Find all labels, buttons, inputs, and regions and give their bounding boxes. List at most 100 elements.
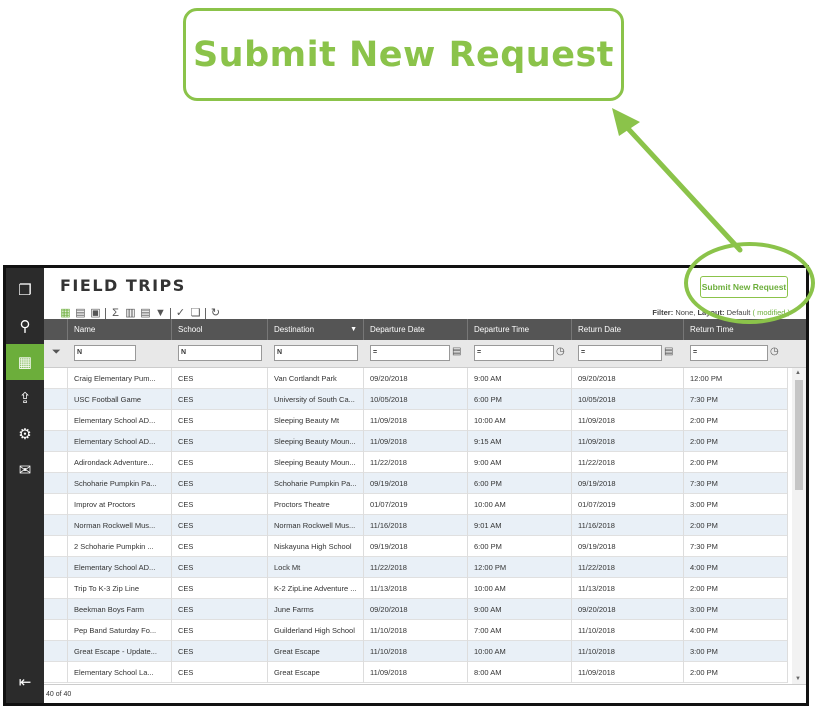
cell-return-date: 01/07/2019 [572, 494, 684, 515]
row-selector[interactable] [44, 452, 68, 473]
cell-return-time: 2:00 PM [684, 410, 788, 431]
logout-icon[interactable]: ⇤ [6, 664, 44, 700]
column-header-name[interactable]: Name [68, 319, 172, 340]
table-row[interactable]: Adirondack Adventure... CES Sleeping Beaut… [44, 452, 788, 473]
columns-icon[interactable]: ▥ [125, 307, 136, 319]
column-header-school[interactable]: School [172, 319, 268, 340]
table-row[interactable]: Pep Band Saturday Fo... CES Guilderland Hi… [44, 620, 788, 641]
table-row[interactable]: Trip To K-3 Zip Line CES K-2 ZipLine Adven… [44, 578, 788, 599]
table-row[interactable]: Beekman Boys Farm CES June Farms 09/20/2018… [44, 599, 788, 620]
table-row[interactable]: 2 Schoharie Pumpkin ... CES Niskayuna High… [44, 536, 788, 557]
cell-destination: Sleeping Beauty Moun... [268, 452, 364, 473]
cell-return-time: 12:00 PM [684, 368, 788, 389]
sum-icon[interactable]: Σ [110, 307, 121, 319]
approve-icon[interactable]: ✓ [175, 307, 186, 319]
table-row[interactable]: Improv at Proctors CES Proctors Theatre 01/… [44, 494, 788, 515]
row-selector[interactable] [44, 599, 68, 620]
cell-name: Great Escape - Update... [68, 641, 172, 662]
cell-destination: Van Cortlandt Park [268, 368, 364, 389]
table-row[interactable]: USC Football Game CES University of South … [44, 389, 788, 410]
upload-icon[interactable]: ⇪ [6, 380, 44, 416]
cell-return-date: 09/19/2018 [572, 536, 684, 557]
school-filter-input[interactable]: N [178, 345, 262, 361]
settings-icon[interactable]: ⚙ [6, 416, 44, 452]
scroll-down-icon[interactable]: ▼ [795, 676, 801, 682]
row-selector[interactable] [44, 473, 68, 494]
calendar-picker-icon[interactable]: ▤ [664, 346, 673, 357]
chat-icon[interactable]: ✉ [6, 452, 44, 488]
destination-filter-input[interactable]: N [274, 345, 358, 361]
row-selector[interactable] [44, 662, 68, 683]
cell-departure-date: 01/07/2019 [364, 494, 468, 515]
cell-school: CES [172, 515, 268, 536]
column-header-destination[interactable]: Destination ▼ [268, 319, 364, 340]
cell-departure-date: 11/16/2018 [364, 515, 468, 536]
cell-school: CES [172, 494, 268, 515]
cell-departure-date: 10/05/2018 [364, 389, 468, 410]
app-logo-icon[interactable]: ❐ [6, 272, 44, 308]
row-selector[interactable] [44, 536, 68, 557]
callout-label: Submit New Request [192, 34, 615, 75]
header-selector [44, 319, 68, 340]
search-icon[interactable]: ⚲ [6, 308, 44, 344]
cell-return-date: 11/16/2018 [572, 515, 684, 536]
column-header-departure-time[interactable]: Departure Time [468, 319, 572, 340]
row-selector[interactable] [44, 494, 68, 515]
table-row[interactable]: Elementary School AD... CES Lock Mt 11/22/2… [44, 557, 788, 578]
copy-icon[interactable]: ❏ [190, 307, 201, 319]
vertical-scrollbar[interactable]: ▲ ▼ [792, 368, 806, 684]
clock-icon[interactable]: ◷ [556, 346, 565, 357]
scroll-up-icon[interactable]: ▲ [795, 370, 801, 376]
cell-departure-time: 9:15 AM [468, 431, 572, 452]
cell-destination: Great Escape [268, 662, 364, 683]
cell-name: Elementary School AD... [68, 557, 172, 578]
cell-return-date: 11/10/2018 [572, 620, 684, 641]
table-row[interactable]: Elementary School AD... CES Sleeping Beaut… [44, 431, 788, 452]
row-selector[interactable] [44, 410, 68, 431]
clock-icon[interactable]: ◷ [770, 346, 779, 357]
return-date-filter-input[interactable]: = [578, 345, 662, 361]
departure-date-filter-input[interactable]: = [370, 345, 450, 361]
row-selector[interactable] [44, 515, 68, 536]
table-row[interactable]: Schoharie Pumpkin Pa... CES Schoharie Pump… [44, 473, 788, 494]
calendar-icon[interactable]: ▣ [90, 307, 101, 319]
table-row[interactable]: Norman Rockwell Mus... CES Norman Rockwell… [44, 515, 788, 536]
row-selector[interactable] [44, 557, 68, 578]
cell-departure-date: 11/09/2018 [364, 662, 468, 683]
cell-name: Beekman Boys Farm [68, 599, 172, 620]
calendar-picker-icon[interactable]: ▤ [452, 346, 461, 357]
table-row[interactable]: Great Escape - Update... CES Great Escape 1… [44, 641, 788, 662]
table-row[interactable]: Elementary School AD... CES Sleeping Beaut… [44, 410, 788, 431]
grid-view-icon[interactable]: ▦ [6, 344, 44, 380]
table-row[interactable]: Elementary School La... CES Great Escape 11… [44, 662, 788, 683]
departure-time-filter-input[interactable]: = [474, 345, 554, 361]
cell-departure-date: 11/10/2018 [364, 641, 468, 662]
scrollbar-thumb[interactable] [795, 380, 803, 490]
column-header-departure-date[interactable]: Departure Date [364, 319, 468, 340]
toolbar-divider [205, 307, 206, 319]
grid-view-icon[interactable]: ▦ [60, 307, 71, 319]
column-header-return-date[interactable]: Return Date [572, 319, 684, 340]
cell-return-time: 4:00 PM [684, 620, 788, 641]
name-filter-input[interactable]: N [74, 345, 136, 361]
row-selector[interactable] [44, 431, 68, 452]
table-row[interactable]: Craig Elementary Pum... CES Van Cortlandt … [44, 368, 788, 389]
refresh-icon[interactable]: ↻ [210, 307, 221, 319]
cell-name: Elementary School AD... [68, 410, 172, 431]
row-selector[interactable] [44, 620, 68, 641]
cell-return-time: 4:00 PM [684, 557, 788, 578]
row-selector[interactable] [44, 389, 68, 410]
export-icon[interactable]: ▤ [75, 307, 86, 319]
row-selector[interactable] [44, 368, 68, 389]
clear-filter-icon[interactable]: ⏷ [52, 346, 61, 359]
cell-departure-date: 11/22/2018 [364, 452, 468, 473]
main-panel: FIELD TRIPS Submit New Request ▦ ▤ ▣ Σ ▥… [44, 268, 806, 703]
sort-desc-icon: ▼ [350, 326, 357, 333]
highlight-circle [684, 242, 815, 324]
grid-body: Craig Elementary Pum... CES Van Cortlandt … [44, 368, 806, 684]
return-time-filter-input[interactable]: = [690, 345, 768, 361]
row-selector[interactable] [44, 641, 68, 662]
layout-icon[interactable]: ▤ [140, 307, 151, 319]
filter-icon[interactable]: ▼ [155, 307, 166, 319]
row-selector[interactable] [44, 578, 68, 599]
